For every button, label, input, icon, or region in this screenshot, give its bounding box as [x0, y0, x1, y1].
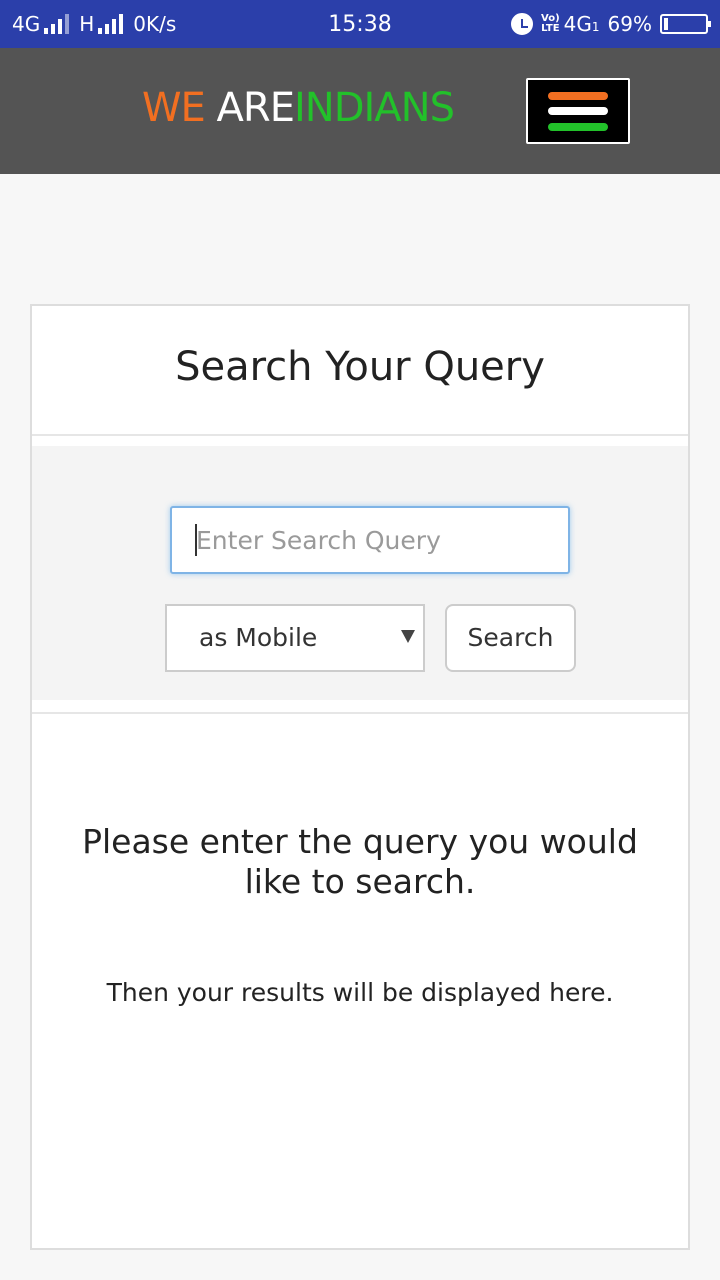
brand-word-we: WE: [142, 85, 206, 131]
brand-word-indians: INDIANS: [293, 85, 455, 131]
card-title: Search Your Query: [175, 344, 545, 390]
search-card: Search Your Query as Mobile Search Pleas…: [30, 304, 690, 1250]
signal-icon-2: [98, 14, 124, 34]
signal-icon: [44, 14, 70, 34]
alarm-icon: [511, 13, 534, 35]
hamburger-icon-bar-white: [548, 107, 608, 115]
search-button[interactable]: Search: [445, 604, 576, 672]
search-panel: as Mobile Search: [32, 446, 688, 700]
menu-button[interactable]: [526, 78, 630, 144]
clock-time: 15:38: [328, 11, 392, 37]
network-speed: 0K/s: [133, 12, 177, 36]
status-right: Vo) LTE 4G1 69%: [511, 0, 711, 48]
network-type-2: H: [79, 12, 95, 36]
divider: [32, 434, 688, 436]
status-bar: 4G H 0K/s 15:38 Vo) LTE 4G1 69%: [0, 0, 720, 48]
battery-icon: [660, 14, 711, 34]
text-caret: [195, 524, 197, 556]
select-value: as Mobile: [199, 623, 318, 652]
divider: [32, 712, 688, 714]
search-input[interactable]: [170, 506, 570, 574]
network-type-3: 4G1: [563, 12, 600, 36]
brand-logo[interactable]: WE AREINDIANS: [142, 80, 455, 136]
results-submessage: Then your results will be displayed here…: [106, 978, 614, 1007]
hamburger-icon-bar-saffron: [548, 92, 608, 100]
volte-icon: Vo) LTE: [541, 13, 560, 34]
hamburger-icon-bar-green: [548, 123, 608, 131]
chevron-down-icon: [401, 630, 415, 643]
status-left: 4G H 0K/s: [12, 0, 176, 48]
battery-percent: 69%: [607, 12, 652, 36]
network-type-1: 4G: [12, 12, 41, 36]
results-message: Please enter the query you would like to…: [82, 822, 638, 901]
brand-word-are: ARE: [216, 85, 295, 131]
search-type-select[interactable]: as Mobile: [165, 604, 425, 672]
